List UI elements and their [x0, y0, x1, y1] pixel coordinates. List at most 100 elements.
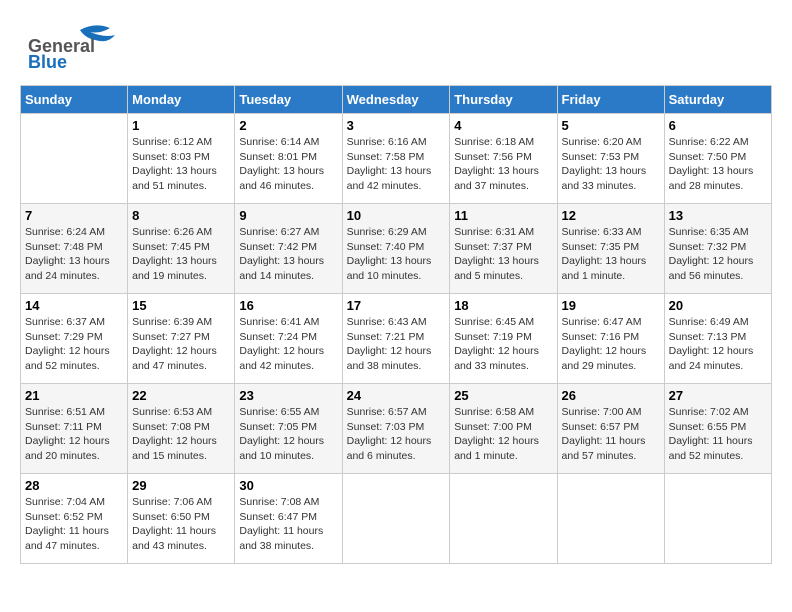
calendar-week-row: 7Sunrise: 6:24 AM Sunset: 7:48 PM Daylig…: [21, 204, 772, 294]
day-number: 18: [454, 298, 552, 313]
calendar-cell: 21 Sunrise: 6:51 AM Sunset: 7:11 PM Dayli…: [21, 384, 128, 474]
calendar-cell: 28Sunrise: 7:04 AM Sunset: 6:52 PM Dayli…: [21, 474, 128, 564]
day-info: Sunrise: 6:27 AM Sunset: 7:42 PM Dayligh…: [239, 225, 337, 284]
day-number: 8: [132, 208, 230, 223]
calendar-table: SundayMondayTuesdayWednesdayThursdayFrid…: [20, 85, 772, 564]
calendar-cell: 6 Sunrise: 6:22 AM Sunset: 7:50 PM Daylig…: [664, 114, 771, 204]
calendar-cell: 14 Sunrise: 6:37 AM Sunset: 7:29 PM Dayli…: [21, 294, 128, 384]
calendar-cell: 26 Sunrise: 7:00 AM Sunset: 6:57 PM Dayli…: [557, 384, 664, 474]
day-info: Sunrise: 6:29 AM Sunset: 7:40 PM Dayligh…: [347, 225, 446, 284]
day-number: 23: [239, 388, 337, 403]
day-info: Sunrise: 6:12 AM Sunset: 8:03 PM Dayligh…: [132, 135, 230, 194]
calendar-cell: [450, 474, 557, 564]
calendar-cell: 15Sunrise: 6:39 AM Sunset: 7:27 PM Dayli…: [128, 294, 235, 384]
day-info: Sunrise: 6:47 AM Sunset: 7:16 PM Dayligh…: [562, 315, 660, 374]
calendar-cell: [664, 474, 771, 564]
calendar-cell: 7Sunrise: 6:24 AM Sunset: 7:48 PM Daylig…: [21, 204, 128, 294]
day-info: Sunrise: 7:06 AM Sunset: 6:50 PM Dayligh…: [132, 495, 230, 554]
day-info: Sunrise: 6:14 AM Sunset: 8:01 PM Dayligh…: [239, 135, 337, 194]
day-info: Sunrise: 6:57 AM Sunset: 7:03 PM Dayligh…: [347, 405, 446, 464]
day-info: Sunrise: 7:08 AM Sunset: 6:47 PM Dayligh…: [239, 495, 337, 554]
day-number: 16: [239, 298, 337, 313]
calendar-cell: 13 Sunrise: 6:35 AM Sunset: 7:32 PM Dayli…: [664, 204, 771, 294]
day-info: Sunrise: 6:43 AM Sunset: 7:21 PM Dayligh…: [347, 315, 446, 374]
calendar-cell: 30Sunrise: 7:08 AM Sunset: 6:47 PM Dayli…: [235, 474, 342, 564]
day-info: Sunrise: 6:39 AM Sunset: 7:27 PM Dayligh…: [132, 315, 230, 374]
day-info: Sunrise: 6:49 AM Sunset: 7:13 PM Dayligh…: [669, 315, 767, 374]
calendar-cell: 27 Sunrise: 7:02 AM Sunset: 6:55 PM Dayli…: [664, 384, 771, 474]
calendar-cell: [557, 474, 664, 564]
day-info: Sunrise: 6:53 AM Sunset: 7:08 PM Dayligh…: [132, 405, 230, 464]
day-number: 27: [669, 388, 767, 403]
calendar-cell: 16 Sunrise: 6:41 AM Sunset: 7:24 PM Dayli…: [235, 294, 342, 384]
day-number: 24: [347, 388, 446, 403]
day-number: 17: [347, 298, 446, 313]
day-info: Sunrise: 6:18 AM Sunset: 7:56 PM Dayligh…: [454, 135, 552, 194]
day-info: Sunrise: 6:41 AM Sunset: 7:24 PM Dayligh…: [239, 315, 337, 374]
day-info: Sunrise: 6:26 AM Sunset: 7:45 PM Dayligh…: [132, 225, 230, 284]
calendar-cell: [342, 474, 450, 564]
day-number: 11: [454, 208, 552, 223]
day-number: 25: [454, 388, 552, 403]
day-info: Sunrise: 6:51 AM Sunset: 7:11 PM Dayligh…: [25, 405, 123, 464]
day-number: 29: [132, 478, 230, 493]
day-number: 28: [25, 478, 123, 493]
calendar-cell: 8 Sunrise: 6:26 AM Sunset: 7:45 PM Daylig…: [128, 204, 235, 294]
calendar-cell: 10 Sunrise: 6:29 AM Sunset: 7:40 PM Dayli…: [342, 204, 450, 294]
calendar-cell: 18 Sunrise: 6:45 AM Sunset: 7:19 PM Dayli…: [450, 294, 557, 384]
day-number: 26: [562, 388, 660, 403]
page-header: General Blue: [20, 20, 772, 75]
day-info: Sunrise: 6:35 AM Sunset: 7:32 PM Dayligh…: [669, 225, 767, 284]
day-info: Sunrise: 6:37 AM Sunset: 7:29 PM Dayligh…: [25, 315, 123, 374]
calendar-cell: 9 Sunrise: 6:27 AM Sunset: 7:42 PM Daylig…: [235, 204, 342, 294]
weekday-header-saturday: Saturday: [664, 86, 771, 114]
calendar-cell: 17 Sunrise: 6:43 AM Sunset: 7:21 PM Dayli…: [342, 294, 450, 384]
day-info: Sunrise: 6:24 AM Sunset: 7:48 PM Dayligh…: [25, 225, 123, 284]
calendar-cell: 12Sunrise: 6:33 AM Sunset: 7:35 PM Dayli…: [557, 204, 664, 294]
weekday-header-wednesday: Wednesday: [342, 86, 450, 114]
day-number: 14: [25, 298, 123, 313]
day-info: Sunrise: 6:45 AM Sunset: 7:19 PM Dayligh…: [454, 315, 552, 374]
calendar-week-row: 28Sunrise: 7:04 AM Sunset: 6:52 PM Dayli…: [21, 474, 772, 564]
weekday-header-thursday: Thursday: [450, 86, 557, 114]
day-info: Sunrise: 6:58 AM Sunset: 7:00 PM Dayligh…: [454, 405, 552, 464]
day-number: 10: [347, 208, 446, 223]
day-number: 12: [562, 208, 660, 223]
calendar-cell: 11 Sunrise: 6:31 AM Sunset: 7:37 PM Dayli…: [450, 204, 557, 294]
day-info: Sunrise: 7:02 AM Sunset: 6:55 PM Dayligh…: [669, 405, 767, 464]
calendar-week-row: 14 Sunrise: 6:37 AM Sunset: 7:29 PM Dayli…: [21, 294, 772, 384]
calendar-cell: 1 Sunrise: 6:12 AM Sunset: 8:03 PM Daylig…: [128, 114, 235, 204]
svg-text:Blue: Blue: [28, 52, 67, 70]
day-number: 3: [347, 118, 446, 133]
calendar-cell: 3Sunrise: 6:16 AM Sunset: 7:58 PM Daylig…: [342, 114, 450, 204]
calendar-cell: 24 Sunrise: 6:57 AM Sunset: 7:03 PM Dayli…: [342, 384, 450, 474]
day-number: 20: [669, 298, 767, 313]
day-number: 21: [25, 388, 123, 403]
calendar-cell: 29 Sunrise: 7:06 AM Sunset: 6:50 PM Dayli…: [128, 474, 235, 564]
day-number: 4: [454, 118, 552, 133]
day-number: 13: [669, 208, 767, 223]
calendar-cell: [21, 114, 128, 204]
calendar-cell: 25 Sunrise: 6:58 AM Sunset: 7:00 PM Dayli…: [450, 384, 557, 474]
day-number: 9: [239, 208, 337, 223]
calendar-cell: 2 Sunrise: 6:14 AM Sunset: 8:01 PM Daylig…: [235, 114, 342, 204]
calendar-cell: 5Sunrise: 6:20 AM Sunset: 7:53 PM Daylig…: [557, 114, 664, 204]
day-info: Sunrise: 7:00 AM Sunset: 6:57 PM Dayligh…: [562, 405, 660, 464]
day-number: 6: [669, 118, 767, 133]
calendar-cell: 20 Sunrise: 6:49 AM Sunset: 7:13 PM Dayli…: [664, 294, 771, 384]
day-info: Sunrise: 6:20 AM Sunset: 7:53 PM Dayligh…: [562, 135, 660, 194]
weekday-header-tuesday: Tuesday: [235, 86, 342, 114]
day-info: Sunrise: 6:31 AM Sunset: 7:37 PM Dayligh…: [454, 225, 552, 284]
weekday-header-row: SundayMondayTuesdayWednesdayThursdayFrid…: [21, 86, 772, 114]
day-info: Sunrise: 6:22 AM Sunset: 7:50 PM Dayligh…: [669, 135, 767, 194]
day-info: Sunrise: 6:55 AM Sunset: 7:05 PM Dayligh…: [239, 405, 337, 464]
day-number: 22: [132, 388, 230, 403]
calendar-week-row: 1 Sunrise: 6:12 AM Sunset: 8:03 PM Daylig…: [21, 114, 772, 204]
weekday-header-monday: Monday: [128, 86, 235, 114]
day-number: 2: [239, 118, 337, 133]
calendar-week-row: 21 Sunrise: 6:51 AM Sunset: 7:11 PM Dayli…: [21, 384, 772, 474]
logo: General Blue: [20, 20, 140, 75]
weekday-header-sunday: Sunday: [21, 86, 128, 114]
day-number: 1: [132, 118, 230, 133]
calendar-cell: 4 Sunrise: 6:18 AM Sunset: 7:56 PM Daylig…: [450, 114, 557, 204]
